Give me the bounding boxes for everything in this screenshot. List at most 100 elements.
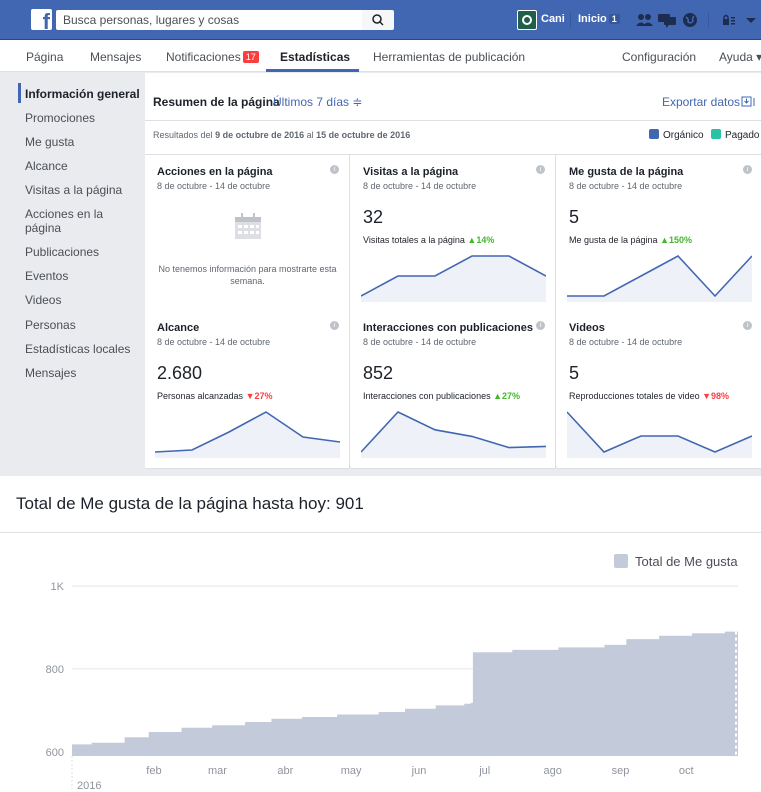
metric-value: 32: [363, 207, 384, 227]
avatar[interactable]: [517, 10, 537, 30]
metric-label: Interacciones con publicaciones ▲27%: [363, 391, 521, 401]
divider: [0, 532, 761, 533]
active-item-indicator: [18, 83, 21, 103]
card-acciones[interactable]: Acciones en la página 8 de octubre - 14 …: [145, 155, 350, 313]
legend-organic: Orgánico: [649, 129, 704, 141]
metric-value: 2.680: [157, 363, 203, 383]
card-date-range: 8 de octubre - 14 de octubre: [363, 337, 477, 347]
card-date-range: 8 de octubre - 14 de octubre: [569, 337, 683, 347]
export-icon: [741, 96, 755, 107]
search-button[interactable]: [362, 10, 394, 30]
info-icon[interactable]: i: [536, 321, 545, 330]
sparkline: [567, 411, 752, 458]
divider: [145, 120, 761, 121]
friend-requests-icon[interactable]: [635, 12, 655, 28]
card-date-range: 8 de octubre - 14 de octubre: [157, 337, 271, 347]
info-icon[interactable]: i: [330, 165, 339, 174]
sidebar-item-videos[interactable]: Videos: [25, 293, 61, 307]
home-count-badge: 1: [608, 14, 620, 24]
card-title: Alcance: [157, 322, 200, 334]
tab-mensajes[interactable]: Mensajes: [90, 50, 141, 64]
chart-legend: Total de Me gusta: [614, 554, 738, 569]
y-tick-label: 600: [46, 747, 64, 759]
card-date-range: 8 de octubre - 14 de octubre: [363, 181, 477, 191]
export-data-label: Exportar datos: [661, 95, 740, 109]
tab-notificaciones[interactable]: Notificaciones 17: [166, 50, 259, 64]
tab-herramientas[interactable]: Herramientas de publicación: [373, 50, 525, 64]
metric-label: Reproducciones totales de video ▼98%: [569, 391, 730, 401]
legend-swatch: [614, 554, 628, 568]
sidebar-item-personas[interactable]: Personas: [25, 318, 76, 332]
info-icon[interactable]: i: [536, 165, 545, 174]
change-indicator: ▲14%: [467, 235, 495, 245]
messages-icon[interactable]: [657, 12, 677, 28]
metric-value: 852: [363, 363, 394, 383]
sparkline-area: [361, 412, 546, 458]
sidebar-item-publicaciones[interactable]: Publicaciones: [25, 245, 99, 259]
card-title: Videos: [569, 322, 605, 334]
sidebar-item-informacion-general[interactable]: Información general: [25, 87, 140, 101]
card-interacciones[interactable]: Interacciones con publicaciones 8 de oct…: [351, 311, 556, 469]
card-date-range: 8 de octubre - 14 de octubre: [569, 181, 683, 191]
divider: [570, 12, 571, 28]
metric-label: Me gusta de la página ▲150%: [569, 235, 693, 245]
page-nav: Página Mensajes Notificaciones 17 Estadís…: [0, 40, 761, 72]
sparkline-area: [567, 256, 752, 302]
sidebar-item-me-gusta[interactable]: Me gusta: [25, 135, 74, 149]
sparkline-area: [567, 412, 752, 458]
info-icon[interactable]: i: [743, 165, 752, 174]
info-icon[interactable]: i: [330, 321, 339, 330]
export-data-button[interactable]: Exportar datos: [662, 95, 755, 109]
account-menu-arrow-icon[interactable]: [744, 12, 758, 28]
card-videos[interactable]: Videos 8 de octubre - 14 de octubre i 5 …: [557, 311, 761, 469]
x-tick-label: sep: [612, 765, 630, 777]
tab-configuracion[interactable]: Configuración: [622, 50, 696, 64]
y-tick-label: 1K: [51, 581, 65, 593]
top-bar: f Busca personas, lugares y cosas Cani I…: [0, 0, 761, 40]
sparkline: [361, 411, 546, 458]
home-link[interactable]: Inicio 1: [578, 13, 620, 25]
search-input[interactable]: Busca personas, lugares y cosas: [56, 10, 362, 30]
sidebar-item-acciones[interactable]: Acciones en la página: [25, 207, 125, 235]
sidebar-item-visitas[interactable]: Visitas a la página: [25, 183, 122, 197]
tab-ayuda[interactable]: Ayuda ▾: [719, 50, 761, 64]
no-data-message: No tenemos información para mostrarte es…: [158, 264, 337, 286]
total-likes-panel: Total de Me gusta de la página hasta hoy…: [0, 476, 761, 792]
sidebar-item-estadisticas-locales[interactable]: Estadísticas locales: [25, 342, 130, 356]
x-tick-label: mar: [208, 765, 227, 777]
search-icon: [372, 14, 384, 26]
date-range-dropdown[interactable]: Últimos 7 días ≑: [273, 95, 362, 109]
tab-pagina[interactable]: Página: [26, 50, 63, 64]
sidebar-item-alcance[interactable]: Alcance: [25, 159, 68, 173]
info-icon[interactable]: i: [743, 321, 752, 330]
card-title: Interacciones con publicaciones: [363, 322, 533, 334]
tab-estadisticas[interactable]: Estadísticas: [280, 50, 350, 64]
card-title: Me gusta de la página: [569, 166, 684, 178]
card-visitas[interactable]: Visitas a la página 8 de octubre - 14 de…: [351, 155, 556, 313]
sparkline: [361, 255, 546, 302]
home-label: Inicio: [578, 13, 607, 25]
card-title: Visitas a la página: [363, 166, 459, 178]
sidebar-item-promociones[interactable]: Promociones: [25, 111, 95, 125]
card-alcance[interactable]: Alcance 8 de octubre - 14 de octubre i 2…: [145, 311, 350, 469]
summary-title: Resumen de la página: [153, 95, 280, 109]
change-indicator: ▲150%: [660, 235, 693, 245]
change-indicator: ▲27%: [493, 391, 521, 401]
sparkline: [567, 255, 752, 302]
x-tick-label: may: [341, 765, 362, 777]
chart-title: Total de Me gusta de la página hasta hoy…: [16, 494, 364, 513]
facebook-logo-icon[interactable]: f: [31, 9, 52, 33]
card-me-gusta[interactable]: Me gusta de la página 8 de octubre - 14 …: [557, 155, 761, 313]
sidebar-item-mensajes[interactable]: Mensajes: [25, 366, 76, 380]
privacy-shortcuts-icon[interactable]: [722, 12, 742, 28]
x-tick-label: abr: [277, 765, 293, 777]
notifications-globe-icon[interactable]: [680, 12, 700, 28]
tab-notificaciones-label: Notificaciones: [166, 50, 241, 64]
likes-area: [72, 631, 738, 756]
change-indicator: ▼98%: [702, 391, 730, 401]
x-tick-label: ago: [543, 765, 561, 777]
sidebar-item-eventos[interactable]: Eventos: [25, 269, 68, 283]
card-date-range: 8 de octubre - 14 de octubre: [157, 181, 271, 191]
profile-name-link[interactable]: Cani: [541, 13, 565, 25]
card-title: Acciones en la página: [157, 166, 273, 178]
